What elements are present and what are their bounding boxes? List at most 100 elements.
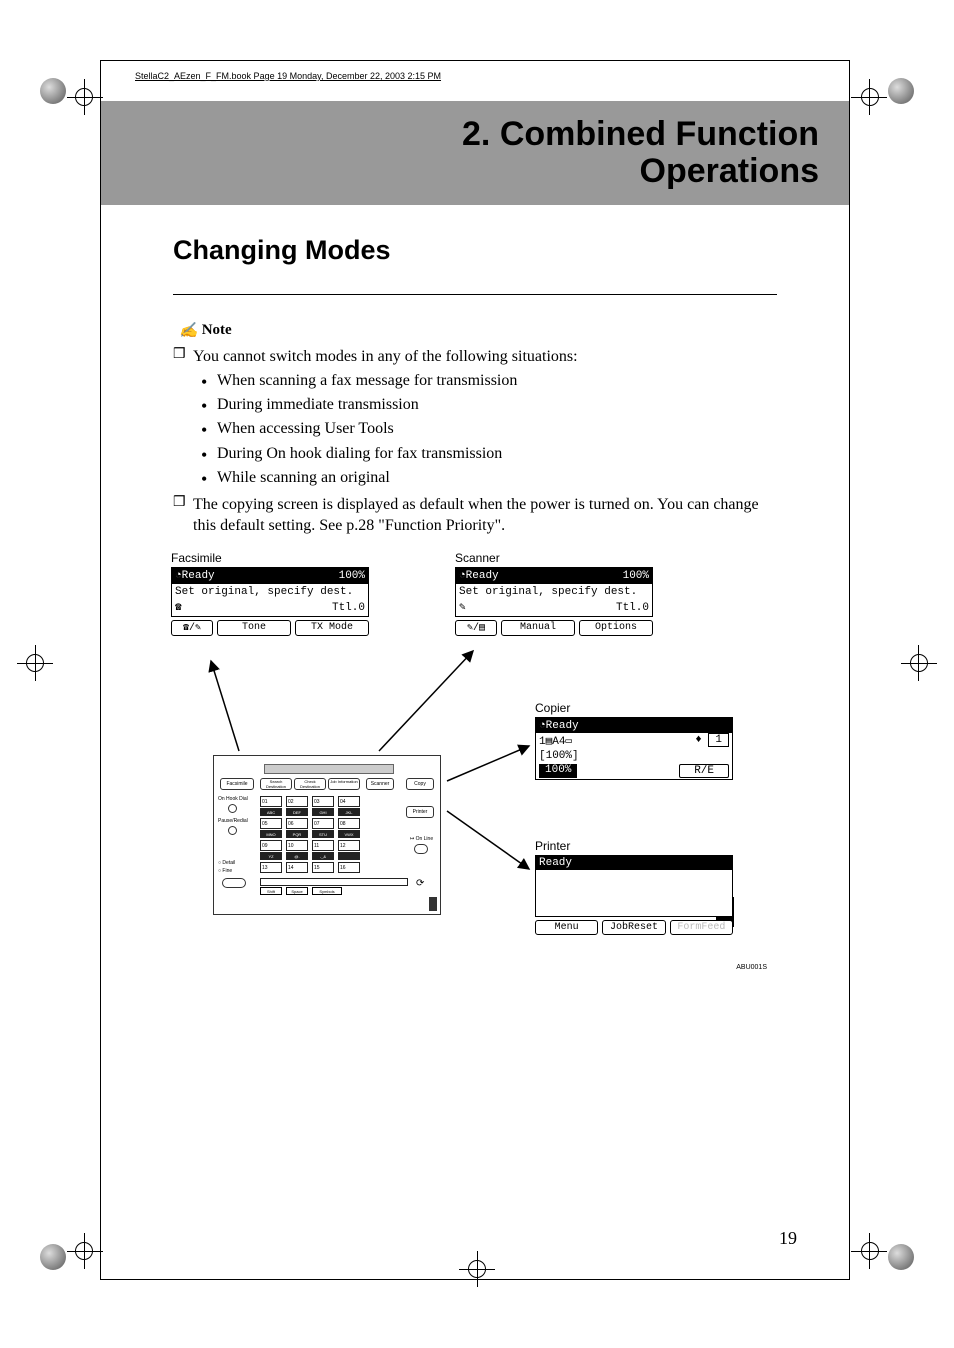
note-subitem: While scanning an original (193, 467, 777, 489)
cp-key-14[interactable]: 14 (286, 862, 308, 873)
lcd-line2: Set original, specify dest. (175, 585, 353, 599)
zoom-text: 100% (539, 764, 577, 778)
softkey-txmode[interactable]: TX Mode (295, 620, 369, 636)
cp-key-12[interactable]: 12 (338, 840, 360, 851)
register-mark (873, 1228, 919, 1274)
chapter-header: 2. Combined Function Operations (101, 101, 849, 205)
online-text: On Line (416, 836, 434, 842)
re-button[interactable]: R/E (679, 764, 729, 778)
scanner-softkeys: ✎/▤ Manual Options (455, 620, 653, 636)
cp-facsimile[interactable]: Facsimile (220, 778, 254, 790)
percent-text: 100% (623, 569, 649, 583)
ratio-text: [100%] (539, 750, 579, 762)
cp-key-09[interactable]: 09 (260, 840, 282, 851)
cp-alpha-pqr: PQR (286, 830, 308, 838)
cp-key-02[interactable]: 02 (286, 796, 308, 807)
cp-key-06[interactable]: 06 (286, 818, 308, 829)
cp-space[interactable]: Space (286, 887, 308, 895)
ready-icon: ◔ (459, 569, 466, 581)
cp-key-05[interactable]: 05 (260, 818, 282, 829)
ready-icon: ◔ (175, 569, 182, 581)
cp-key-04[interactable]: 04 (338, 796, 360, 807)
softkey-icon[interactable]: ☎/✎ (171, 620, 213, 636)
section-underline (173, 294, 777, 295)
book-header-text: StellaC2_AEzen_F_FM.book Page 19 Monday,… (135, 71, 441, 81)
softkey-icon[interactable]: ✎/▤ (455, 620, 497, 636)
softkey-jobreset[interactable]: JobReset (602, 920, 665, 935)
cp-resolution-button[interactable] (222, 878, 246, 888)
cp-key-07[interactable]: 07 (312, 818, 334, 829)
cp-copy[interactable]: Copy (406, 778, 434, 790)
softkey-tone[interactable]: Tone (217, 620, 291, 636)
cp-alpha-sym: -_& (312, 852, 334, 860)
softkey-options[interactable]: Options (579, 620, 653, 636)
note-icon: ✍ (179, 321, 198, 340)
cp-job-info[interactable]: Job Information (328, 778, 360, 790)
note-heading: ✍ Note (179, 321, 777, 340)
cp-key-01[interactable]: 01 (260, 796, 282, 807)
facsimile-lcd: ◔Ready100% Set original, specify dest. ☎… (171, 567, 369, 617)
cp-alpha-vwx: VWX (338, 830, 360, 838)
ready-text: Ready (546, 720, 579, 732)
cp-key-11[interactable]: 11 (312, 840, 334, 851)
softkey-formfeed[interactable]: FormFeed (670, 920, 733, 935)
page-number: 19 (779, 1228, 797, 1249)
cp-shift[interactable]: Shift (260, 887, 282, 895)
chapter-title-line1: Combined Function (500, 115, 819, 153)
lcd-line2: Set original, specify dest. (459, 585, 637, 599)
note-subitem: During On hook dialing for fax transmiss… (193, 443, 777, 465)
note-subitem: During immediate transmission (193, 394, 777, 416)
cp-printer[interactable]: Printer (406, 806, 434, 818)
note-item: The copying screen is displayed as defau… (173, 494, 777, 537)
note-label-text: Note (202, 322, 232, 339)
cp-alpha-def: DEF (286, 808, 308, 816)
scanner-lcd: ◔Ready100% Set original, specify dest. ✎… (455, 567, 653, 617)
phone-icon: ☎ (175, 601, 182, 615)
scanner-panel: Scanner ◔Ready100% Set original, specify… (455, 551, 653, 636)
cp-symbols[interactable]: Symbols (312, 887, 342, 895)
cp-scanner[interactable]: Scanner (366, 778, 394, 790)
cp-online-label: ↦ On Line (410, 836, 433, 842)
cp-pause-label: Pause/Redial (218, 818, 248, 824)
copier-lcd: ◔Ready 1▤A4▭♦ 1 [100%] 100%R/E (535, 717, 733, 780)
cp-key-08[interactable]: 08 (338, 818, 360, 829)
printer-softkeys: Menu JobReset FormFeed (535, 920, 733, 935)
cp-check-dest[interactable]: Check Destination (294, 778, 326, 790)
note-sublist: When scanning a fax message for transmis… (193, 370, 777, 490)
cp-screen (264, 764, 394, 774)
cp-alpha-mno: MNO (260, 830, 282, 838)
ready-text: Ready (536, 856, 732, 870)
copier-label: Copier (535, 701, 733, 715)
printer-panel: Printer Ready Menu JobReset FormFeed (535, 839, 733, 935)
cp-alpha-abc: ABC (260, 808, 282, 816)
cp-key-blank[interactable] (260, 878, 408, 886)
qty-display: ♦ 1 (695, 734, 729, 748)
facsimile-softkeys: ☎/✎ Tone TX Mode (171, 620, 369, 636)
note-list: You cannot switch modes in any of the fo… (173, 346, 777, 537)
cp-key-10[interactable]: 10 (286, 840, 308, 851)
cp-alpha-blank (338, 852, 360, 860)
printer-label: Printer (535, 839, 733, 853)
printer-lcd: Ready (535, 855, 733, 917)
note-subitem: When accessing User Tools (193, 418, 777, 440)
cp-online-button[interactable] (414, 844, 428, 854)
cp-search-dest[interactable]: Search Destination (260, 778, 292, 790)
cp-key-03[interactable]: 03 (312, 796, 334, 807)
qty-value: 1 (708, 733, 729, 747)
fine-text: Fine (222, 868, 232, 874)
cp-onhook-led (228, 804, 237, 813)
cp-alpha-at: @. (286, 852, 308, 860)
cp-fine-label: ○ Fine (218, 868, 232, 874)
cp-key-16[interactable]: 16 (338, 862, 360, 873)
cp-key-13[interactable]: 13 (260, 862, 282, 873)
page-frame: StellaC2_AEzen_F_FM.book Page 19 Monday,… (100, 60, 850, 1280)
facsimile-panel: Facsimile ◔Ready100% Set original, speci… (171, 551, 369, 636)
cp-key-15[interactable]: 15 (312, 862, 334, 873)
scanner-label: Scanner (455, 551, 653, 565)
register-mark (35, 1228, 81, 1274)
mode-diagram: Facsimile ◔Ready100% Set original, speci… (171, 551, 777, 971)
cp-alpha-jkl: JKL (338, 808, 360, 816)
softkey-menu[interactable]: Menu (535, 920, 598, 935)
softkey-manual[interactable]: Manual (501, 620, 575, 636)
ready-text: Ready (182, 570, 215, 582)
